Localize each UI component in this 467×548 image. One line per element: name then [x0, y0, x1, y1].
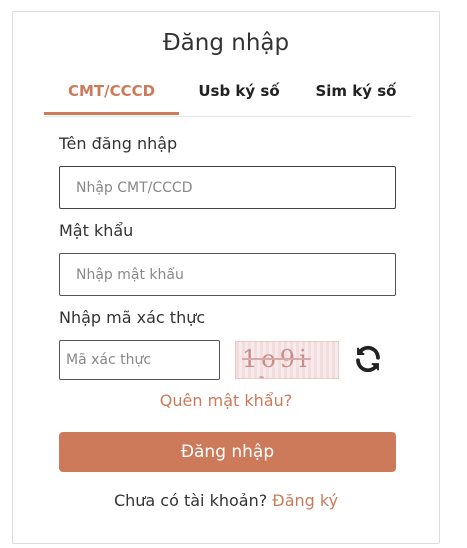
tab-sim-ky-so[interactable]: Sim ký số — [306, 76, 406, 114]
captcha-image: 1o9i zb — [235, 341, 339, 379]
username-input[interactable] — [59, 166, 396, 209]
no-account-text: Chưa có tài khoản? — [113, 491, 268, 510]
register-link[interactable]: Đăng ký — [272, 491, 338, 510]
username-label: Tên đăng nhập — [59, 134, 178, 153]
refresh-icon[interactable] — [353, 344, 383, 374]
login-button[interactable]: Đăng nhập — [59, 432, 396, 472]
page-title: Đăng nhập — [162, 30, 290, 56]
captcha-code: 1o9i zb — [242, 345, 311, 378]
password-label: Mật khẩu — [59, 221, 134, 240]
tab-cmt-cccd[interactable]: CMT/CCCD — [44, 76, 179, 115]
register-line: Chưa có tài khoản? Đăng ký — [13, 491, 439, 510]
password-input[interactable] — [59, 253, 396, 296]
captcha-label: Nhập mã xác thực — [59, 308, 206, 327]
tab-usb-ky-so[interactable]: Usb ký số — [189, 76, 289, 114]
captcha-input[interactable] — [59, 340, 220, 380]
login-tabs: CMT/CCCD Usb ký số Sim ký số — [44, 76, 411, 117]
forgot-password-link[interactable]: Quên mật khẩu? — [13, 391, 439, 410]
login-card: Đăng nhập CMT/CCCD Usb ký số Sim ký số T… — [12, 11, 440, 544]
